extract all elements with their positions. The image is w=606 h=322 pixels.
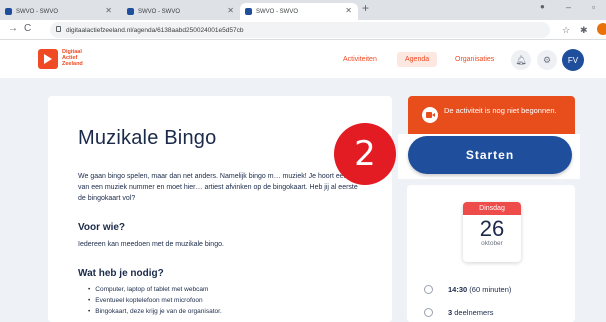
calendar-weekday: Dinsdag — [463, 202, 521, 215]
start-button[interactable]: Starten — [408, 136, 572, 174]
browser-tab-bar: SWVO - SWVO ✕ SWVO - SWVO ✕ SWVO - SWVO … — [0, 0, 606, 20]
calendar-day: 26 — [479, 216, 505, 241]
favicon-icon — [127, 8, 134, 15]
clock-icon — [424, 285, 433, 294]
page-title: Muzikale Bingo — [78, 127, 217, 149]
favicon-icon — [245, 8, 252, 15]
new-tab-button[interactable]: + — [362, 1, 369, 15]
duration-value: (60 minuten) — [469, 285, 512, 294]
extensions-icon[interactable]: ✱ — [580, 25, 588, 36]
browser-tab-1[interactable]: SWVO - SWVO ✕ — [0, 3, 118, 20]
tab-title: SWVO - SWVO — [16, 8, 58, 15]
browser-tab-2[interactable]: SWVO - SWVO ✕ — [122, 3, 240, 20]
calendar-month: oktober — [481, 240, 503, 247]
minimize-icon[interactable]: – — [566, 2, 571, 12]
reload-icon[interactable]: C — [24, 23, 31, 34]
extension-orange-icon[interactable] — [597, 23, 606, 35]
back-arrow-icon[interactable]: → — [8, 23, 18, 34]
browser-tab-3[interactable]: SWVO - SWVO ✕ — [240, 3, 358, 20]
bookmark-star-icon[interactable]: ☆ — [562, 25, 570, 36]
tab-title: SWVO - SWVO — [256, 8, 298, 15]
nav-activiteiten[interactable]: Activiteiten — [343, 56, 377, 63]
video-camera-icon — [422, 107, 438, 123]
profile-icon[interactable]: ● — [540, 2, 545, 11]
close-tab-icon[interactable]: ✕ — [105, 6, 112, 15]
participants-icon — [424, 308, 433, 317]
step-number-badge: 2 — [334, 123, 396, 185]
close-tab-icon[interactable]: ✕ — [345, 6, 352, 15]
list-item: Bingokaart, deze krijg je van de organis… — [88, 306, 221, 317]
participants-info: 3 deelnemers — [448, 308, 493, 317]
not-started-alert: De activiteit is nog niet begonnen. — [408, 96, 575, 134]
site-header: Digitaal Actief Zeeland Activiteiten Age… — [0, 41, 606, 78]
who-heading: Voor wie? — [78, 222, 126, 233]
avatar[interactable]: FV — [562, 49, 584, 71]
activity-description: We gaan bingo spelen, maar dan net ander… — [78, 173, 363, 202]
list-item: Computer, laptop of tablet met webcam — [88, 284, 222, 295]
address-bar[interactable]: digitaalactiefzeeland.nl/agenda/6138aabd… — [50, 22, 550, 38]
site-logo-text[interactable]: Digitaal Actief Zeeland — [62, 49, 83, 67]
time-info: 14:30 (60 minuten) — [448, 285, 511, 294]
logo-line-3: Zeeland — [62, 61, 83, 67]
close-tab-icon[interactable]: ✕ — [227, 6, 234, 15]
logo-icon[interactable] — [38, 49, 58, 69]
nav-agenda[interactable]: Agenda — [397, 52, 438, 67]
need-heading: Wat heb je nodig? — [78, 268, 164, 279]
participants-count: 3 — [448, 308, 453, 317]
notifications-bell-icon[interactable]: 🔔︎ — [511, 50, 531, 70]
time-value: 14:30 — [448, 285, 468, 294]
favicon-icon — [5, 8, 12, 15]
browser-toolbar: → C digitaalactiefzeeland.nl/agenda/6138… — [0, 20, 606, 40]
who-text: Iedereen kan meedoen met de muzikale bin… — [78, 241, 224, 248]
nav-organisaties[interactable]: Organisaties — [455, 56, 494, 63]
lock-icon — [56, 26, 61, 32]
url-text: digitaalactiefzeeland.nl/agenda/6138aabd… — [66, 26, 244, 34]
settings-gear-icon[interactable]: ⚙ — [537, 50, 557, 70]
participants-label: deelnemers — [454, 308, 494, 317]
need-list: Computer, laptop of tablet met webcam Ev… — [88, 284, 222, 317]
alert-text: De activiteit is nog niet begonnen. — [444, 106, 557, 115]
tab-title: SWVO - SWVO — [138, 8, 180, 15]
maximize-icon[interactable]: ▫ — [592, 2, 595, 12]
date-calendar: Dinsdag 26 oktober — [463, 202, 521, 262]
list-item: Eventueel koptelefoon met microfoon — [88, 295, 222, 306]
